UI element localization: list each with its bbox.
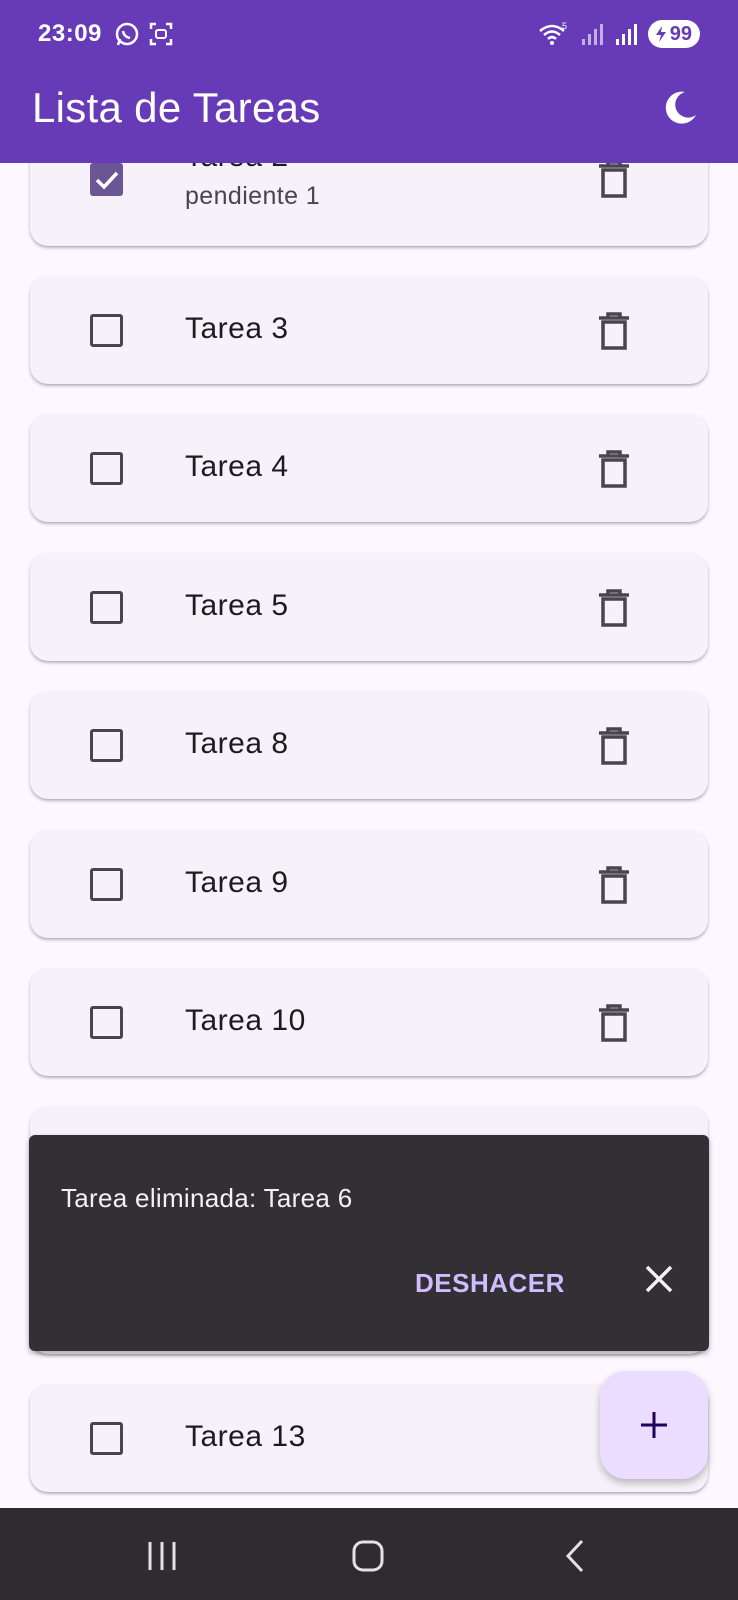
task-checkbox[interactable]: [90, 868, 123, 901]
task-card[interactable]: Tarea 9: [30, 830, 708, 938]
screenshot-icon: [149, 22, 173, 46]
check-icon: [95, 171, 118, 190]
task-card[interactable]: Tarea 5: [30, 553, 708, 661]
snackbar-message: Tarea eliminada: Tarea 6: [61, 1183, 353, 1213]
task-title: Tarea 3: [185, 312, 289, 345]
wifi-icon: 5: [538, 21, 567, 45]
svg-text:5: 5: [562, 21, 567, 31]
whatsapp-icon: [115, 22, 139, 46]
task-card[interactable]: Tarea 8: [30, 691, 708, 799]
task-checkbox[interactable]: [90, 452, 123, 485]
task-subtitle: pendiente 1: [185, 182, 321, 210]
task-title: Tarea 13: [185, 1420, 306, 1453]
signal-icon: [615, 24, 637, 45]
signal-icon: [581, 24, 603, 45]
task-checkbox[interactable]: [90, 1006, 123, 1039]
task-title: Tarea 4: [185, 450, 289, 483]
delete-icon[interactable]: [596, 450, 632, 488]
moon-icon: [665, 91, 696, 124]
task-checkbox[interactable]: [90, 729, 123, 762]
status-time: 23:09: [38, 20, 102, 47]
undo-button[interactable]: DESHACER: [415, 1268, 565, 1299]
charging-icon: [655, 26, 666, 42]
close-icon[interactable]: [641, 1261, 677, 1297]
recents-icon[interactable]: [142, 1536, 182, 1576]
task-title: Tarea 9: [185, 866, 289, 899]
task-title: Tarea 10: [185, 1004, 306, 1037]
task-title: Tarea 8: [185, 727, 289, 760]
task-card[interactable]: Tarea 4: [30, 414, 708, 522]
task-checkbox[interactable]: [90, 163, 123, 196]
plus-icon: [641, 1412, 667, 1438]
delete-icon[interactable]: [596, 727, 632, 765]
page-title: Lista de Tareas: [32, 84, 321, 131]
app-bar: 23:09 5 99 Lista de Tareas: [0, 0, 738, 163]
status-bar: 23:09 5 99: [0, 0, 738, 68]
task-title: Tarea 5: [185, 589, 289, 622]
home-icon[interactable]: [348, 1536, 388, 1576]
task-checkbox[interactable]: [90, 1422, 123, 1455]
delete-icon[interactable]: [596, 160, 632, 198]
task-checkbox[interactable]: [90, 591, 123, 624]
delete-icon[interactable]: [596, 866, 632, 904]
snackbar: Tarea eliminada: Tarea 6 DESHACER: [29, 1135, 709, 1351]
add-task-button[interactable]: [600, 1371, 708, 1479]
back-icon[interactable]: [556, 1536, 596, 1576]
battery-level: 99: [669, 22, 692, 45]
theme-toggle-button[interactable]: [660, 88, 700, 128]
delete-icon[interactable]: [596, 1004, 632, 1042]
delete-icon[interactable]: [596, 312, 632, 350]
task-card[interactable]: Tarea 3: [30, 276, 708, 384]
task-card[interactable]: Tarea 10: [30, 968, 708, 1076]
task-checkbox[interactable]: [90, 314, 123, 347]
navigation-bar: [0, 1508, 738, 1600]
battery-icon: 99: [647, 20, 700, 48]
delete-icon[interactable]: [596, 589, 632, 627]
